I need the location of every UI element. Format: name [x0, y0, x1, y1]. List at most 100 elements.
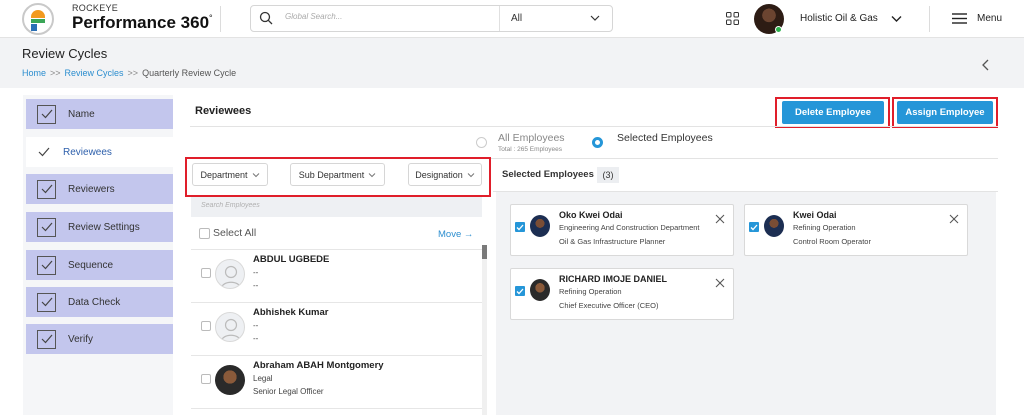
list-item[interactable]: Abhishek Kumar -- --: [191, 303, 482, 356]
employee-list: ABDUL UGBEDE -- -- Abhishek Kumar -- -- …: [191, 250, 482, 415]
breadcrumb-home[interactable]: Home: [22, 68, 46, 78]
menu-label[interactable]: Menu: [977, 13, 1002, 24]
global-search[interactable]: All: [250, 5, 613, 32]
step-label: Reviewees: [63, 146, 112, 158]
step-verify[interactable]: Verify: [26, 324, 173, 354]
list-item[interactable]: ABDUL UGBEDE -- --: [191, 250, 482, 303]
selected-employee-card[interactable]: RICHARD IMOJE DANIEL Refining Operation …: [510, 268, 734, 320]
employee-name: Kwei Odai: [793, 210, 837, 220]
selected-employees-label[interactable]: Selected Employees: [617, 132, 713, 144]
divider: [929, 6, 930, 32]
avatar-placeholder-icon: [215, 259, 245, 289]
avatar: [764, 215, 784, 237]
checked-checkbox[interactable]: [749, 222, 759, 232]
breadcrumb-review-cycles[interactable]: Review Cycles: [65, 68, 124, 78]
step-label: Verify: [68, 333, 94, 345]
employee-name: Abhishek Kumar: [253, 307, 329, 318]
close-icon[interactable]: [715, 278, 725, 288]
step-reviewers[interactable]: Reviewers: [26, 174, 173, 204]
apps-grid-icon[interactable]: [726, 12, 739, 25]
breadcrumb-separator: >>: [127, 68, 139, 78]
close-icon[interactable]: [949, 214, 959, 224]
step-sequence[interactable]: Sequence: [26, 250, 173, 280]
divider: [220, 6, 221, 32]
select-all-checkbox[interactable]: [199, 228, 210, 239]
total-employees-text: Total : 265 Employees: [498, 146, 562, 153]
employee-search[interactable]: [191, 197, 482, 217]
chevron-down-icon: [467, 172, 475, 177]
step-review-settings[interactable]: Review Settings: [26, 212, 173, 242]
check-icon: [37, 217, 56, 237]
checked-checkbox[interactable]: [515, 286, 525, 296]
employee-name: Oko Kwei Odai: [559, 210, 623, 220]
divider: [499, 6, 500, 31]
divider: [190, 126, 998, 127]
avatar: [215, 365, 245, 395]
move-button[interactable]: Move →: [438, 229, 473, 240]
selected-count-badge: (3): [597, 167, 619, 183]
rockeye-logo-icon[interactable]: [22, 3, 54, 35]
chevron-down-icon[interactable]: [890, 12, 903, 25]
selected-employees-area: Oko Kwei Odai Engineering And Constructi…: [496, 192, 996, 415]
hamburger-menu-icon[interactable]: [952, 12, 967, 25]
department-filter[interactable]: Department: [192, 163, 268, 186]
step-label: Reviewers: [68, 183, 115, 195]
employee-checkbox[interactable]: [201, 374, 211, 384]
employee-checkbox[interactable]: [201, 268, 211, 278]
employee-department: Refining Operation: [559, 287, 622, 296]
step-data-check[interactable]: Data Check: [26, 287, 173, 317]
top-bar: ROCKEYE Performance 360° All Holistic Oi…: [0, 0, 1024, 38]
employee-checkbox[interactable]: [201, 321, 211, 331]
designation-filter[interactable]: Designation: [408, 163, 482, 186]
employee-designation: --: [253, 334, 259, 343]
list-item[interactable]: Abraham ABAH Montgomery Legal Senior Leg…: [191, 356, 482, 409]
steps-sidebar: Name Reviewees Reviewers Review Settings…: [23, 95, 173, 415]
employee-department: Refining Operation: [793, 223, 856, 232]
section-title: Reviewees: [195, 105, 252, 117]
checked-checkbox[interactable]: [515, 222, 525, 232]
employee-designation: Control Room Operator: [793, 237, 871, 246]
all-employees-label[interactable]: All Employees: [498, 132, 565, 144]
check-icon: [37, 179, 56, 199]
employee-name: RICHARD IMOJE DANIEL: [559, 274, 668, 284]
chevron-down-icon[interactable]: [589, 12, 601, 24]
employee-search-input[interactable]: [201, 202, 401, 209]
breadcrumb-current: Quarterly Review Cycle: [142, 68, 237, 78]
selected-employees-radio[interactable]: [592, 137, 603, 148]
step-label: Name: [68, 108, 95, 120]
chevron-down-icon: [252, 172, 259, 177]
global-search-input[interactable]: [285, 12, 485, 21]
delete-employee-button[interactable]: Delete Employee: [782, 101, 884, 124]
sub-department-filter[interactable]: Sub Department: [290, 163, 385, 186]
brand-small-text: ROCKEYE: [72, 3, 119, 13]
employee-designation: Senior Legal Officer: [253, 387, 324, 396]
sub-department-filter-label: Sub Department: [298, 169, 365, 180]
step-reviewees[interactable]: Reviewees: [26, 137, 173, 167]
selected-employee-card[interactable]: Oko Kwei Odai Engineering And Constructi…: [510, 204, 734, 256]
step-name[interactable]: Name: [26, 99, 173, 129]
selected-employee-card[interactable]: Kwei Odai Refining Operation Control Roo…: [744, 204, 968, 256]
designation-filter-label: Designation: [415, 169, 463, 180]
employee-name: ABDUL UGBEDE: [253, 254, 330, 265]
check-icon: [37, 292, 56, 312]
select-all-label[interactable]: Select All: [213, 227, 256, 239]
check-icon: [37, 104, 56, 124]
chevron-left-icon[interactable]: [980, 58, 992, 72]
online-status-icon: [775, 26, 782, 33]
step-label: Review Settings: [68, 221, 140, 233]
search-scope-select[interactable]: All: [511, 13, 522, 24]
close-icon[interactable]: [715, 214, 725, 224]
avatar: [530, 215, 550, 237]
step-label: Data Check: [68, 296, 121, 308]
check-icon: [37, 255, 56, 275]
employee-designation: Oil & Gas Infrastructure Planner: [559, 237, 666, 246]
department-filter-label: Department: [200, 169, 248, 180]
employee-department: --: [253, 321, 259, 330]
search-icon: [259, 11, 273, 25]
org-name[interactable]: Holistic Oil & Gas: [800, 13, 878, 24]
step-label: Sequence: [68, 259, 114, 271]
assign-employee-button[interactable]: Assign Employee: [897, 101, 993, 124]
scrollbar-thumb[interactable]: [482, 245, 487, 259]
scrollbar-track[interactable]: [482, 245, 487, 415]
all-employees-radio[interactable]: [476, 137, 487, 148]
